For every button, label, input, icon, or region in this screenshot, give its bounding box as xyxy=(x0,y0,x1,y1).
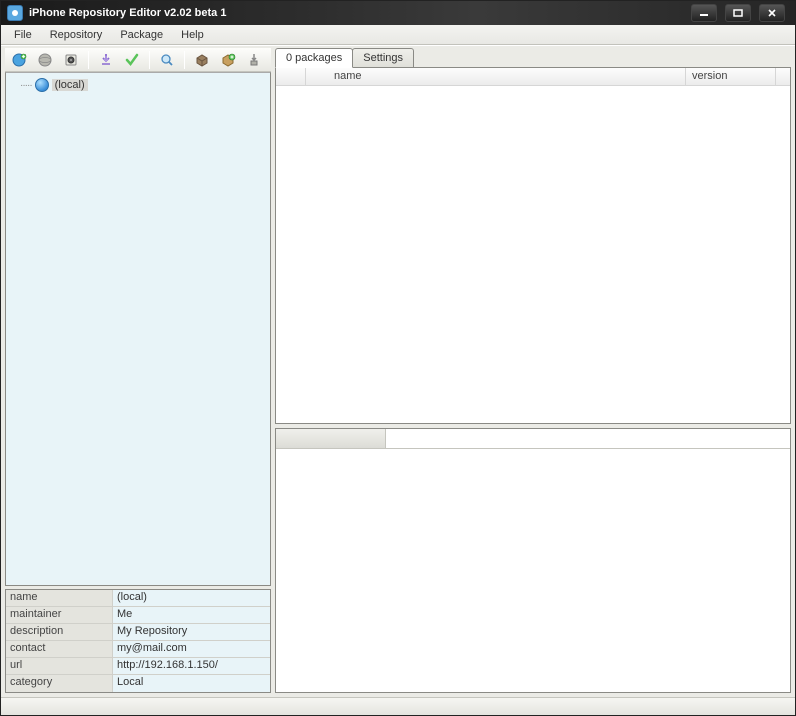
window-title: iPhone Repository Editor v2.02 beta 1 xyxy=(29,7,691,19)
property-key: name xyxy=(6,590,113,606)
property-row[interactable]: maintainer Me xyxy=(6,607,270,624)
window-controls xyxy=(691,4,795,22)
toolbar-separator xyxy=(149,51,150,69)
menu-package[interactable]: Package xyxy=(111,27,172,43)
package-list[interactable]: name version xyxy=(275,67,791,424)
property-key: maintainer xyxy=(6,607,113,623)
properties-grid: name (local) maintainer Me description M… xyxy=(5,589,271,693)
right-column: 0 packages Settings name version xyxy=(275,48,791,693)
tree-root-item[interactable]: ····· (local) xyxy=(10,77,266,93)
property-key: contact xyxy=(6,641,113,657)
verify-button[interactable] xyxy=(122,50,142,70)
minimize-button[interactable] xyxy=(691,4,717,22)
tab-content: name version xyxy=(275,67,791,693)
tab-settings[interactable]: Settings xyxy=(352,48,414,68)
titlebar[interactable]: iPhone Repository Editor v2.02 beta 1 xyxy=(1,1,795,25)
property-value[interactable]: Local xyxy=(113,675,270,692)
menubar: File Repository Package Help xyxy=(1,25,795,45)
download-button[interactable] xyxy=(96,50,116,70)
tree-connector: ····· xyxy=(20,80,32,91)
client-area: ····· (local) name (local) maintainer Me xyxy=(1,45,795,715)
package-b-button[interactable] xyxy=(218,50,238,70)
property-value[interactable]: My Repository xyxy=(113,624,270,640)
detail-panel xyxy=(275,428,791,693)
menu-repository[interactable]: Repository xyxy=(41,27,112,43)
close-button[interactable] xyxy=(759,4,785,22)
property-key: url xyxy=(6,658,113,674)
property-key: description xyxy=(6,624,113,640)
list-body[interactable] xyxy=(276,86,790,423)
new-repo-button[interactable] xyxy=(9,50,29,70)
property-row[interactable]: category Local xyxy=(6,675,270,692)
app-icon xyxy=(7,5,23,21)
column-version[interactable]: version xyxy=(686,68,776,85)
column-name[interactable]: name xyxy=(306,68,686,85)
tab-packages[interactable]: 0 packages xyxy=(275,48,353,68)
property-value[interactable]: Me xyxy=(113,607,270,623)
tab-strip: 0 packages Settings xyxy=(275,48,791,68)
toolbar-separator xyxy=(88,51,89,69)
left-column: ····· (local) name (local) maintainer Me xyxy=(5,48,271,693)
property-key: category xyxy=(6,675,113,692)
toolbar xyxy=(5,48,271,72)
search-button[interactable] xyxy=(157,50,177,70)
property-row[interactable]: name (local) xyxy=(6,590,270,607)
menu-help[interactable]: Help xyxy=(172,27,213,43)
main-split: ····· (local) name (local) maintainer Me xyxy=(1,46,795,697)
detail-body[interactable] xyxy=(276,449,790,692)
property-value[interactable]: my@mail.com xyxy=(113,641,270,657)
detail-selector[interactable] xyxy=(276,429,386,448)
application-window: iPhone Repository Editor v2.02 beta 1 Fi… xyxy=(0,0,796,716)
export-button[interactable] xyxy=(244,50,264,70)
property-row[interactable]: description My Repository xyxy=(6,624,270,641)
menu-file[interactable]: File xyxy=(5,27,41,43)
property-value[interactable]: http://192.168.1.150/ xyxy=(113,658,270,674)
package-a-button[interactable] xyxy=(192,50,212,70)
status-bar xyxy=(1,697,795,715)
column-end xyxy=(776,68,790,85)
tree-item-label: (local) xyxy=(52,79,88,91)
property-row[interactable]: url http://192.168.1.150/ xyxy=(6,658,270,675)
detail-header xyxy=(276,429,790,449)
maximize-button[interactable] xyxy=(725,4,751,22)
list-header: name version xyxy=(276,68,790,86)
globe-icon xyxy=(35,78,49,92)
column-spacer[interactable] xyxy=(276,68,306,85)
toolbar-separator xyxy=(184,51,185,69)
repository-tree[interactable]: ····· (local) xyxy=(5,72,271,586)
save-button[interactable] xyxy=(61,50,81,70)
property-value[interactable]: (local) xyxy=(113,590,270,606)
open-repo-button[interactable] xyxy=(35,50,55,70)
property-row[interactable]: contact my@mail.com xyxy=(6,641,270,658)
